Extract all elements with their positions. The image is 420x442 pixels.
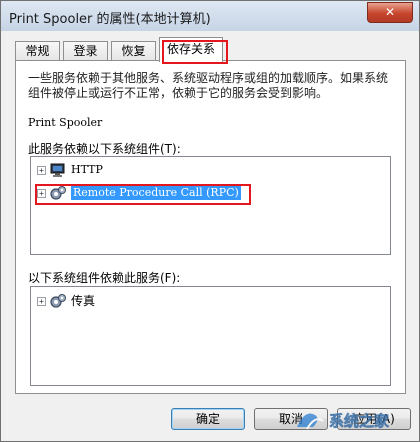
depends-on-label: 此服务依赖以下系统组件(T): [28,142,181,156]
dependents-tree[interactable]: + 传真 [30,286,391,386]
tab-logon[interactable]: 登录 [63,41,108,60]
service-name: Print Spooler [28,116,103,129]
close-button[interactable]: ✕ [367,2,413,23]
service-gear-icon [50,294,66,308]
tree-node-rpc[interactable]: + Remote Procedure Call (RPC) [37,185,337,201]
tree-node-http[interactable]: + HTTP [37,162,337,178]
properties-dialog: Print Spooler 的属性(本地计算机) ✕ 常规 登录 恢复 依存关系… [0,0,420,442]
dependencies-description: 一些服务依赖于其他服务、系统驱动程序或组的加载顺序。如果系统组件被停止或运行不正… [28,71,389,100]
tree-node-label: HTTP [71,163,103,176]
tree-node-fax[interactable]: + 传真 [37,293,337,309]
depends-on-tree[interactable]: + HTTP + Remote Procedure Call (RPC) [30,156,391,255]
service-gear-icon [50,186,66,200]
dependencies-panel: 一些服务依赖于其他服务、系统驱动程序或组的加载顺序。如果系统组件被停止或运行不正… [15,60,406,394]
tab-recovery[interactable]: 恢复 [111,41,156,60]
driver-icon [50,163,65,177]
expand-icon[interactable]: + [37,297,46,306]
tab-dependencies[interactable]: 依存关系 [159,37,223,62]
ok-button[interactable]: 确定 [171,408,245,430]
dependents-label: 以下系统组件依赖此服务(F): [28,271,181,285]
dialog-client-area: 常规 登录 恢复 依存关系 一些服务依赖于其他服务、系统驱动程序或组的加载顺序。… [5,31,415,438]
tree-node-label: Remote Procedure Call (RPC) [71,186,241,200]
window-title: Print Spooler 的属性(本地计算机) [9,12,211,27]
tree-node-label: 传真 [71,294,96,308]
title-bar[interactable]: Print Spooler 的属性(本地计算机) ✕ [1,1,419,31]
tab-general[interactable]: 常规 [15,41,60,60]
watermark-text: 系统之家 [329,412,389,430]
expand-icon[interactable]: + [37,166,46,175]
expand-icon[interactable]: + [37,189,46,198]
watermark-logo: 系统之家 [297,412,389,430]
